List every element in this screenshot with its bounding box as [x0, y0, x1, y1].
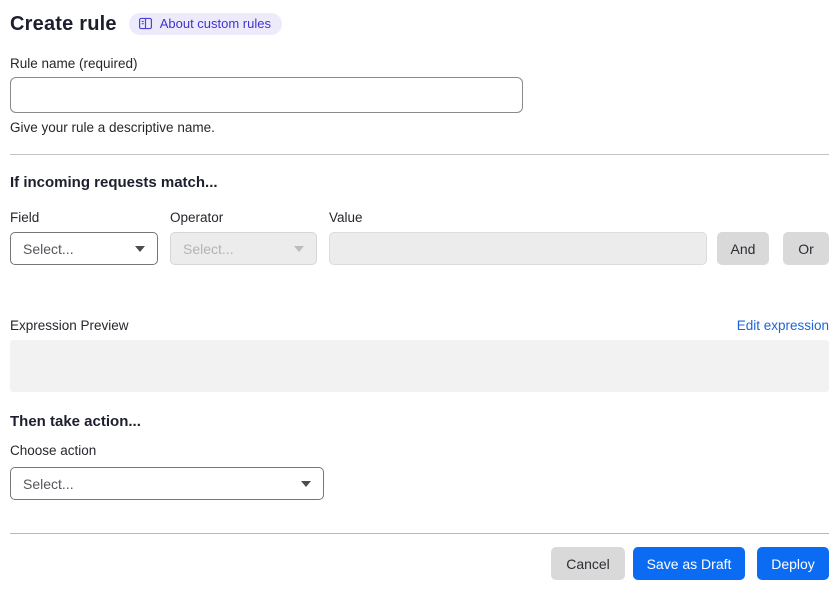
expression-preview-box [10, 340, 829, 392]
page-title: Create rule [10, 12, 117, 35]
and-button[interactable]: And [717, 232, 769, 265]
deploy-button[interactable]: Deploy [757, 547, 829, 580]
match-controls-row: Select... Select... And Or [10, 232, 829, 265]
about-custom-rules-badge[interactable]: About custom rules [128, 13, 282, 35]
value-input[interactable] [329, 232, 707, 265]
chevron-down-icon [135, 245, 145, 252]
expression-header-row: Expression Preview Edit expression [10, 318, 829, 333]
footer-actions: Cancel Save as Draft Deploy [10, 547, 829, 580]
save-as-draft-button[interactable]: Save as Draft [633, 547, 745, 580]
section-divider [10, 154, 829, 155]
create-rule-page: Create rule About custom rules Rule name… [0, 0, 839, 597]
chevron-down-icon [301, 480, 311, 487]
operator-select-value: Select... [183, 240, 234, 257]
action-select-value: Select... [23, 475, 74, 492]
rule-name-label: Rule name (required) [10, 56, 138, 71]
edit-expression-link[interactable]: Edit expression [737, 318, 829, 333]
field-select-value: Select... [23, 240, 74, 257]
or-button[interactable]: Or [783, 232, 829, 265]
field-select[interactable]: Select... [10, 232, 158, 265]
action-select[interactable]: Select... [10, 467, 324, 500]
rule-name-input[interactable] [10, 77, 523, 113]
rule-name-helper: Give your rule a descriptive name. [10, 120, 215, 135]
about-badge-label: About custom rules [159, 16, 271, 31]
value-column-label: Value [329, 210, 363, 225]
action-section-title: Then take action... [10, 413, 141, 430]
page-header: Create rule About custom rules [10, 10, 829, 38]
expression-preview-label: Expression Preview [10, 318, 129, 333]
operator-column-label: Operator [170, 210, 224, 225]
footer-divider [10, 533, 829, 534]
book-icon [138, 16, 153, 31]
chevron-down-icon [294, 245, 304, 252]
cancel-button[interactable]: Cancel [551, 547, 625, 580]
operator-select[interactable]: Select... [170, 232, 317, 265]
match-section-title: If incoming requests match... [10, 174, 218, 191]
choose-action-label: Choose action [10, 443, 97, 458]
field-column-label: Field [10, 210, 40, 225]
match-column-labels: Field Operator Value [10, 210, 829, 225]
